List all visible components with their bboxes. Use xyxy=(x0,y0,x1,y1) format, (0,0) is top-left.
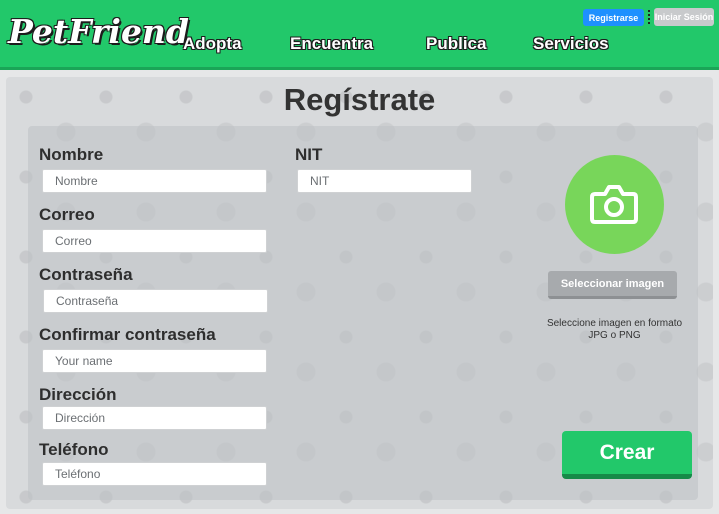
nav-separator xyxy=(648,10,650,24)
top-navbar: PetFriend Adopta Encuentra Publica Servi… xyxy=(0,0,719,70)
address-label: Dirección xyxy=(39,385,117,404)
password-input[interactable] xyxy=(43,289,268,313)
nav-link-publica[interactable]: Publica xyxy=(426,34,486,54)
email-label: Correo xyxy=(39,205,95,224)
register-button[interactable]: Registrarse xyxy=(583,9,644,26)
camera-icon xyxy=(590,185,638,224)
nav-link-servicios[interactable]: Servicios xyxy=(533,34,609,54)
site-logo[interactable]: PetFriend xyxy=(8,12,189,51)
confirm-password-label: Confirmar contraseña xyxy=(39,325,216,344)
profile-image-placeholder[interactable] xyxy=(565,155,664,254)
nit-input[interactable] xyxy=(297,169,472,193)
address-input[interactable] xyxy=(42,406,267,430)
phone-input[interactable] xyxy=(42,462,267,486)
nit-label: NIT xyxy=(295,145,323,164)
select-image-button[interactable]: Seleccionar imagen xyxy=(548,271,677,299)
name-label: Nombre xyxy=(39,145,104,164)
login-button[interactable]: Iniciar Sesión xyxy=(654,8,714,26)
image-format-hint: Seleccione imagen en formato JPG o PNG xyxy=(546,318,683,341)
create-account-button[interactable]: Crear xyxy=(562,431,692,479)
password-label: Contraseña xyxy=(39,265,133,284)
phone-label: Teléfono xyxy=(39,440,109,459)
page-title: Regístrate xyxy=(283,82,436,117)
nav-link-adopta[interactable]: Adopta xyxy=(183,34,242,54)
email-input[interactable] xyxy=(42,229,267,253)
name-input[interactable] xyxy=(42,169,267,193)
confirm-password-input[interactable] xyxy=(42,349,267,373)
nav-link-encuentra[interactable]: Encuentra xyxy=(290,34,373,54)
